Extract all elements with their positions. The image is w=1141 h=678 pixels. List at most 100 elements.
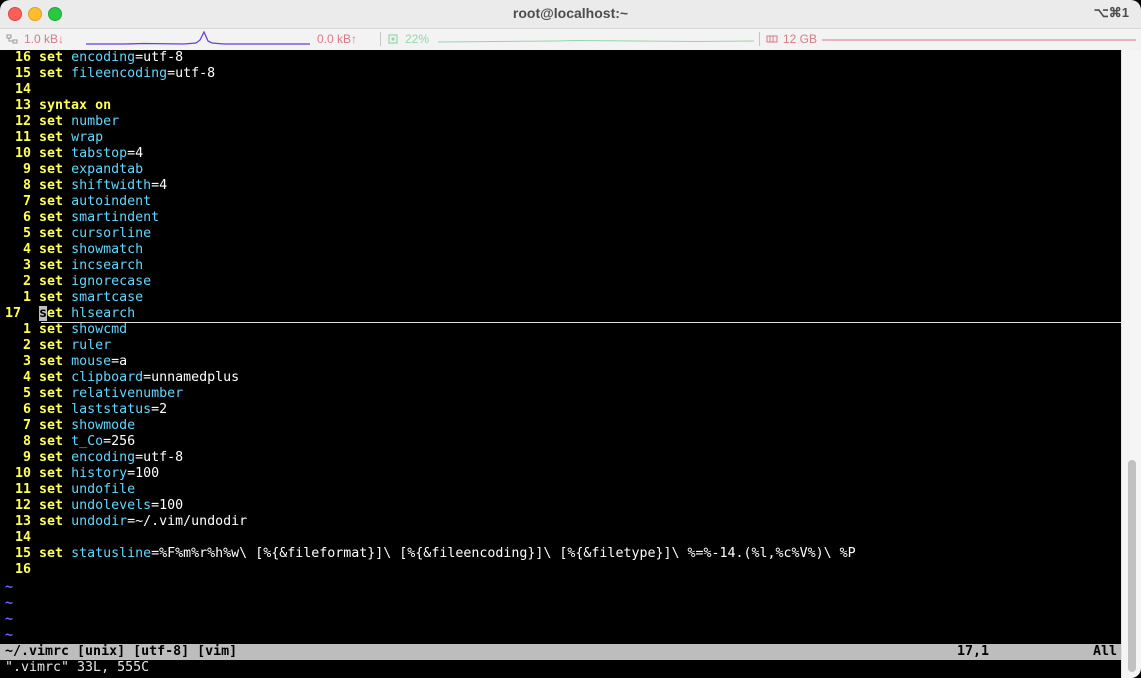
editor-line[interactable]: 5 set relativenumber bbox=[5, 386, 183, 402]
editor-line[interactable]: 7 set autoindent bbox=[5, 194, 151, 210]
editor-line[interactable]: 4 set showmatch bbox=[5, 242, 143, 258]
divider bbox=[759, 32, 760, 46]
editor-line[interactable]: 6 set smartindent bbox=[5, 210, 159, 226]
option-value: =%F%m%r%h%w\ [%{&fileformat}]\ [%{&filee… bbox=[151, 546, 856, 561]
editor-line[interactable]: 10 set tabstop=4 bbox=[5, 146, 143, 162]
line-number: 11 bbox=[14, 130, 31, 145]
option-name: statusline bbox=[71, 546, 152, 561]
editor-line[interactable]: 14 bbox=[5, 82, 39, 98]
option-value: =utf-8 bbox=[135, 50, 184, 65]
line-number: 10 bbox=[14, 146, 31, 161]
memory-icon bbox=[766, 33, 778, 45]
keyword: set bbox=[39, 178, 64, 193]
option-name: clipboard bbox=[71, 370, 144, 385]
vim-editor[interactable]: ~/.vimrc [unix] [utf-8] [vim] 17,1 All ".v… bbox=[0, 50, 1121, 678]
option-name: history bbox=[71, 466, 128, 481]
editor-line[interactable]: 9 set expandtab bbox=[5, 162, 143, 178]
vim-statusline: ~/.vimrc [unix] [utf-8] [vim] 17,1 All bbox=[0, 644, 1121, 660]
keyword: set bbox=[39, 498, 64, 513]
editor-line[interactable]: 13 set undodir=~/.vim/undodir bbox=[5, 514, 247, 530]
editor-line[interactable]: 16 bbox=[5, 562, 39, 578]
editor-line[interactable]: 15 set statusline=%F%m%r%h%w\ [%{&filefo… bbox=[5, 546, 856, 562]
editor-line[interactable]: 3 set incsearch bbox=[5, 258, 143, 274]
network-icon bbox=[6, 33, 18, 45]
option-name: encoding bbox=[71, 450, 136, 465]
scrollbar[interactable] bbox=[1121, 50, 1141, 678]
editor-line[interactable]: 11 set undofile bbox=[5, 482, 135, 498]
status-file-info: ~/.vimrc [unix] [utf-8] [vim] bbox=[5, 644, 238, 659]
line-number: 13 bbox=[14, 98, 31, 113]
line-number: 1 bbox=[22, 290, 31, 305]
keyword: set bbox=[39, 466, 64, 481]
editor-line-current[interactable]: 17 set hlsearch bbox=[5, 306, 135, 322]
keyword: set bbox=[39, 114, 64, 129]
editor-line[interactable]: 2 set ruler bbox=[5, 338, 111, 354]
line-number: 2 bbox=[22, 338, 31, 353]
empty-line-tilde: ~ bbox=[5, 612, 14, 627]
editor-line[interactable]: 6 set laststatus=2 bbox=[5, 402, 167, 418]
editor-line[interactable]: 4 set clipboard=unnamedplus bbox=[5, 370, 239, 386]
editor-line[interactable]: 12 set undolevels=100 bbox=[5, 498, 183, 514]
option-name: autoindent bbox=[71, 194, 152, 209]
keyword: set bbox=[39, 354, 64, 369]
keyword: set bbox=[39, 306, 64, 321]
option-value: =4 bbox=[127, 146, 144, 161]
option-value: =unnamedplus bbox=[143, 370, 240, 385]
option-value: =256 bbox=[103, 434, 136, 449]
editor-line[interactable]: 5 set cursorline bbox=[5, 226, 151, 242]
editor-line[interactable]: 2 set ignorecase bbox=[5, 274, 151, 290]
network-graph bbox=[86, 30, 310, 45]
option-name: mouse bbox=[71, 354, 112, 369]
window-title: root@localhost:~ bbox=[512, 5, 629, 21]
editor-line[interactable]: 16 set encoding=utf-8 bbox=[5, 50, 183, 66]
line-number: 8 bbox=[22, 434, 31, 449]
option-name: showcmd bbox=[71, 322, 128, 337]
editor-line[interactable]: 8 set shiftwidth=4 bbox=[5, 178, 167, 194]
editor-line[interactable]: 13 syntax on bbox=[5, 98, 111, 114]
editor-line[interactable]: 15 set fileencoding=utf-8 bbox=[5, 66, 215, 82]
line-number: 9 bbox=[22, 450, 31, 465]
line-number: 12 bbox=[14, 114, 31, 129]
line-number: 16 bbox=[14, 562, 31, 577]
editor-line[interactable]: 8 set t_Co=256 bbox=[5, 434, 135, 450]
scrollbar-thumb[interactable] bbox=[1128, 460, 1136, 672]
keyword: set bbox=[39, 226, 64, 241]
keyword: set bbox=[39, 290, 64, 305]
option-value: =~/.vim/undodir bbox=[127, 514, 248, 529]
editor-line[interactable]: 9 set encoding=utf-8 bbox=[5, 450, 183, 466]
editor-line[interactable]: 7 set showmode bbox=[5, 418, 135, 434]
status-percent: All bbox=[1093, 644, 1118, 659]
editor-line[interactable]: 14 bbox=[5, 530, 39, 546]
keyword: set bbox=[39, 66, 64, 81]
option-value: =4 bbox=[151, 178, 168, 193]
editor-line[interactable]: 10 set history=100 bbox=[5, 466, 159, 482]
editor-line[interactable]: 1 set showcmd bbox=[5, 322, 127, 338]
keyword: set bbox=[39, 450, 64, 465]
line-number: 2 bbox=[22, 274, 31, 289]
keyword: set bbox=[39, 146, 64, 161]
option-name: undolevels bbox=[71, 498, 152, 513]
option-value: =2 bbox=[151, 402, 168, 417]
line-number: 13 bbox=[14, 514, 31, 529]
keyword: set bbox=[39, 194, 64, 209]
editor-line[interactable]: 3 set mouse=a bbox=[5, 354, 127, 370]
keyword: set bbox=[39, 338, 64, 353]
option-name: undodir bbox=[71, 514, 128, 529]
option-value: =100 bbox=[127, 466, 160, 481]
memory-graph bbox=[822, 39, 1136, 41]
keyword: set bbox=[39, 386, 64, 401]
text-cursor: s bbox=[39, 306, 48, 321]
option-name: smartcase bbox=[71, 290, 144, 305]
line-number: 3 bbox=[22, 258, 31, 273]
line-number: 11 bbox=[14, 482, 31, 497]
editor-line[interactable]: 1 set smartcase bbox=[5, 290, 143, 306]
editor-line[interactable]: 12 set number bbox=[5, 114, 119, 130]
line-number: 6 bbox=[22, 210, 31, 225]
line-number: 14 bbox=[14, 530, 31, 545]
line-number: 4 bbox=[22, 242, 31, 257]
option-name: expandtab bbox=[71, 162, 144, 177]
editor-line[interactable]: 11 set wrap bbox=[5, 130, 103, 146]
cpu-readout: 22% bbox=[405, 32, 430, 46]
option-name: on bbox=[95, 98, 112, 113]
net-up-readout: 0.0 kB↑ bbox=[317, 32, 358, 46]
